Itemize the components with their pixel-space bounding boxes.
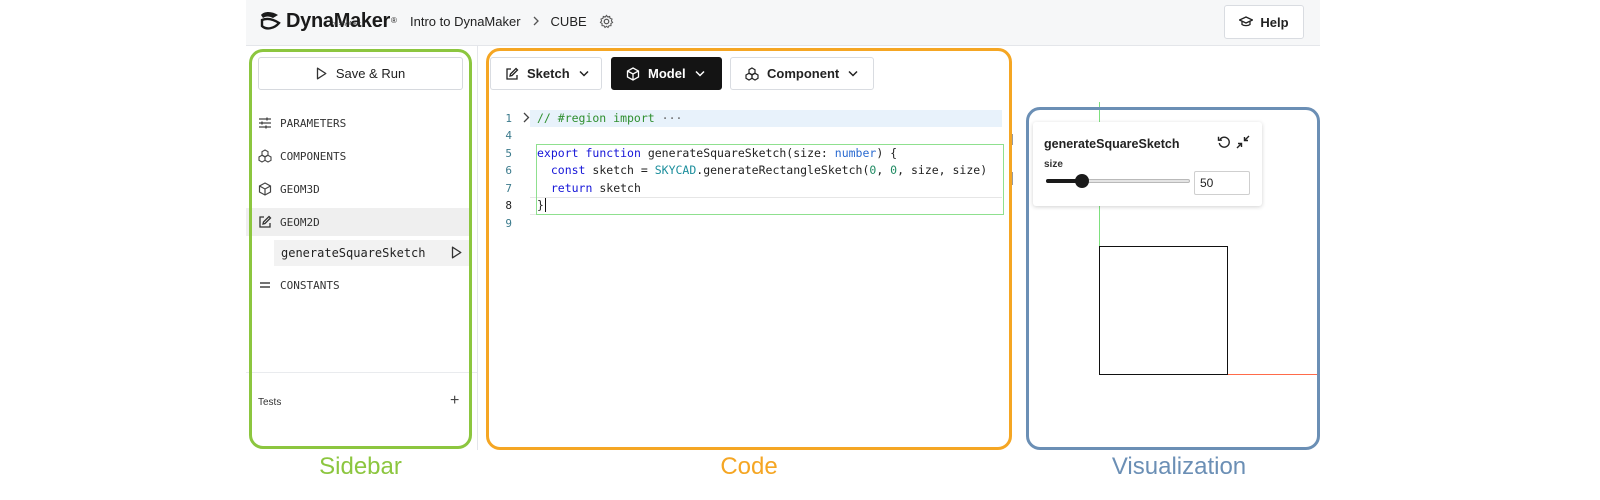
code-annotation-label: Code bbox=[720, 453, 778, 480]
help-button[interactable]: Help bbox=[1224, 5, 1304, 39]
logo-subtitle: by SkyMaker bbox=[332, 21, 361, 27]
top-bar: DynaMaker® by SkyMaker Intro to DynaMake… bbox=[246, 0, 1320, 46]
visualization-annotation-label: Visualization bbox=[1111, 453, 1247, 480]
sidebar-annotation-label: Sidebar bbox=[319, 453, 402, 480]
sidebar-annotation-box bbox=[249, 49, 472, 449]
dynamaker-logo-icon bbox=[260, 12, 281, 30]
visualization-annotation-box bbox=[1026, 107, 1320, 450]
breadcrumb-project[interactable]: Intro to DynaMaker bbox=[410, 14, 521, 29]
gear-icon[interactable] bbox=[599, 14, 614, 29]
graduation-cap-icon bbox=[1239, 16, 1254, 27]
help-label: Help bbox=[1260, 14, 1289, 30]
breadcrumb-component[interactable]: CUBE bbox=[551, 14, 587, 29]
logo[interactable]: DynaMaker® bbox=[258, 9, 397, 33]
code-annotation-box bbox=[486, 48, 1012, 450]
chevron-right-icon bbox=[532, 15, 540, 29]
breadcrumb: Intro to DynaMaker CUBE bbox=[410, 14, 614, 29]
